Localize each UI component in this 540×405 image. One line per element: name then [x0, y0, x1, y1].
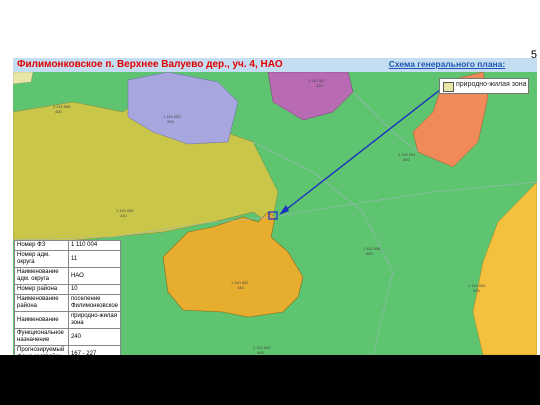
table-value: природно-жилая зона: [67, 311, 122, 329]
table-value: НАО: [67, 267, 122, 285]
table-value: поселение Филимонковское: [67, 294, 122, 312]
table-key: Номер адм. округа: [14, 250, 69, 268]
slide-title: Филимонковское п. Верхнее Валуево дер., …: [17, 59, 283, 70]
table-row: Наименование природно-жилая зона: [14, 311, 122, 329]
map-legend: природно-жилая зона: [439, 78, 529, 94]
zone-light-parcel: [13, 72, 34, 85]
table-key: Наименование адм. округа: [14, 267, 69, 285]
table-row: Номер адм. округа 11: [14, 250, 122, 268]
table-value: 1 110 004: [67, 240, 122, 251]
table-row: Номер района 10: [14, 284, 122, 295]
table-row: Наименование адм. округа НАО: [14, 267, 122, 285]
table-row: Прогнозируемый фонд застройки167 - 227: [14, 345, 122, 355]
table-key: Наименование: [14, 311, 69, 329]
table-key: Прогнозируемый фонд застройки: [14, 345, 69, 355]
info-table: Номер ФЗ 1 110 004 Номер адм. округа 11 Наим…: [14, 240, 122, 355]
slide: 5 Филимонковское п. Верхнее Валуево дер.…: [0, 0, 540, 355]
legend-label: природно-жилая зона: [456, 81, 527, 88]
table-key: Наименование района: [14, 294, 69, 312]
table-value: 10: [67, 284, 122, 295]
table-value: 11: [67, 250, 122, 268]
table-value: 240: [67, 328, 122, 346]
table-key: Номер района: [14, 284, 69, 295]
table-row: Функциональное назначение 240: [14, 328, 122, 346]
table-row: Наименование района поселение Филимонковс…: [14, 294, 122, 312]
table-key: Номер ФЗ: [14, 240, 69, 251]
table-value: 167 - 227: [67, 345, 122, 355]
table-key: Функциональное назначение: [14, 328, 69, 346]
table-row: Номер ФЗ 1 110 004: [14, 240, 122, 251]
legend-swatch: [443, 82, 454, 92]
